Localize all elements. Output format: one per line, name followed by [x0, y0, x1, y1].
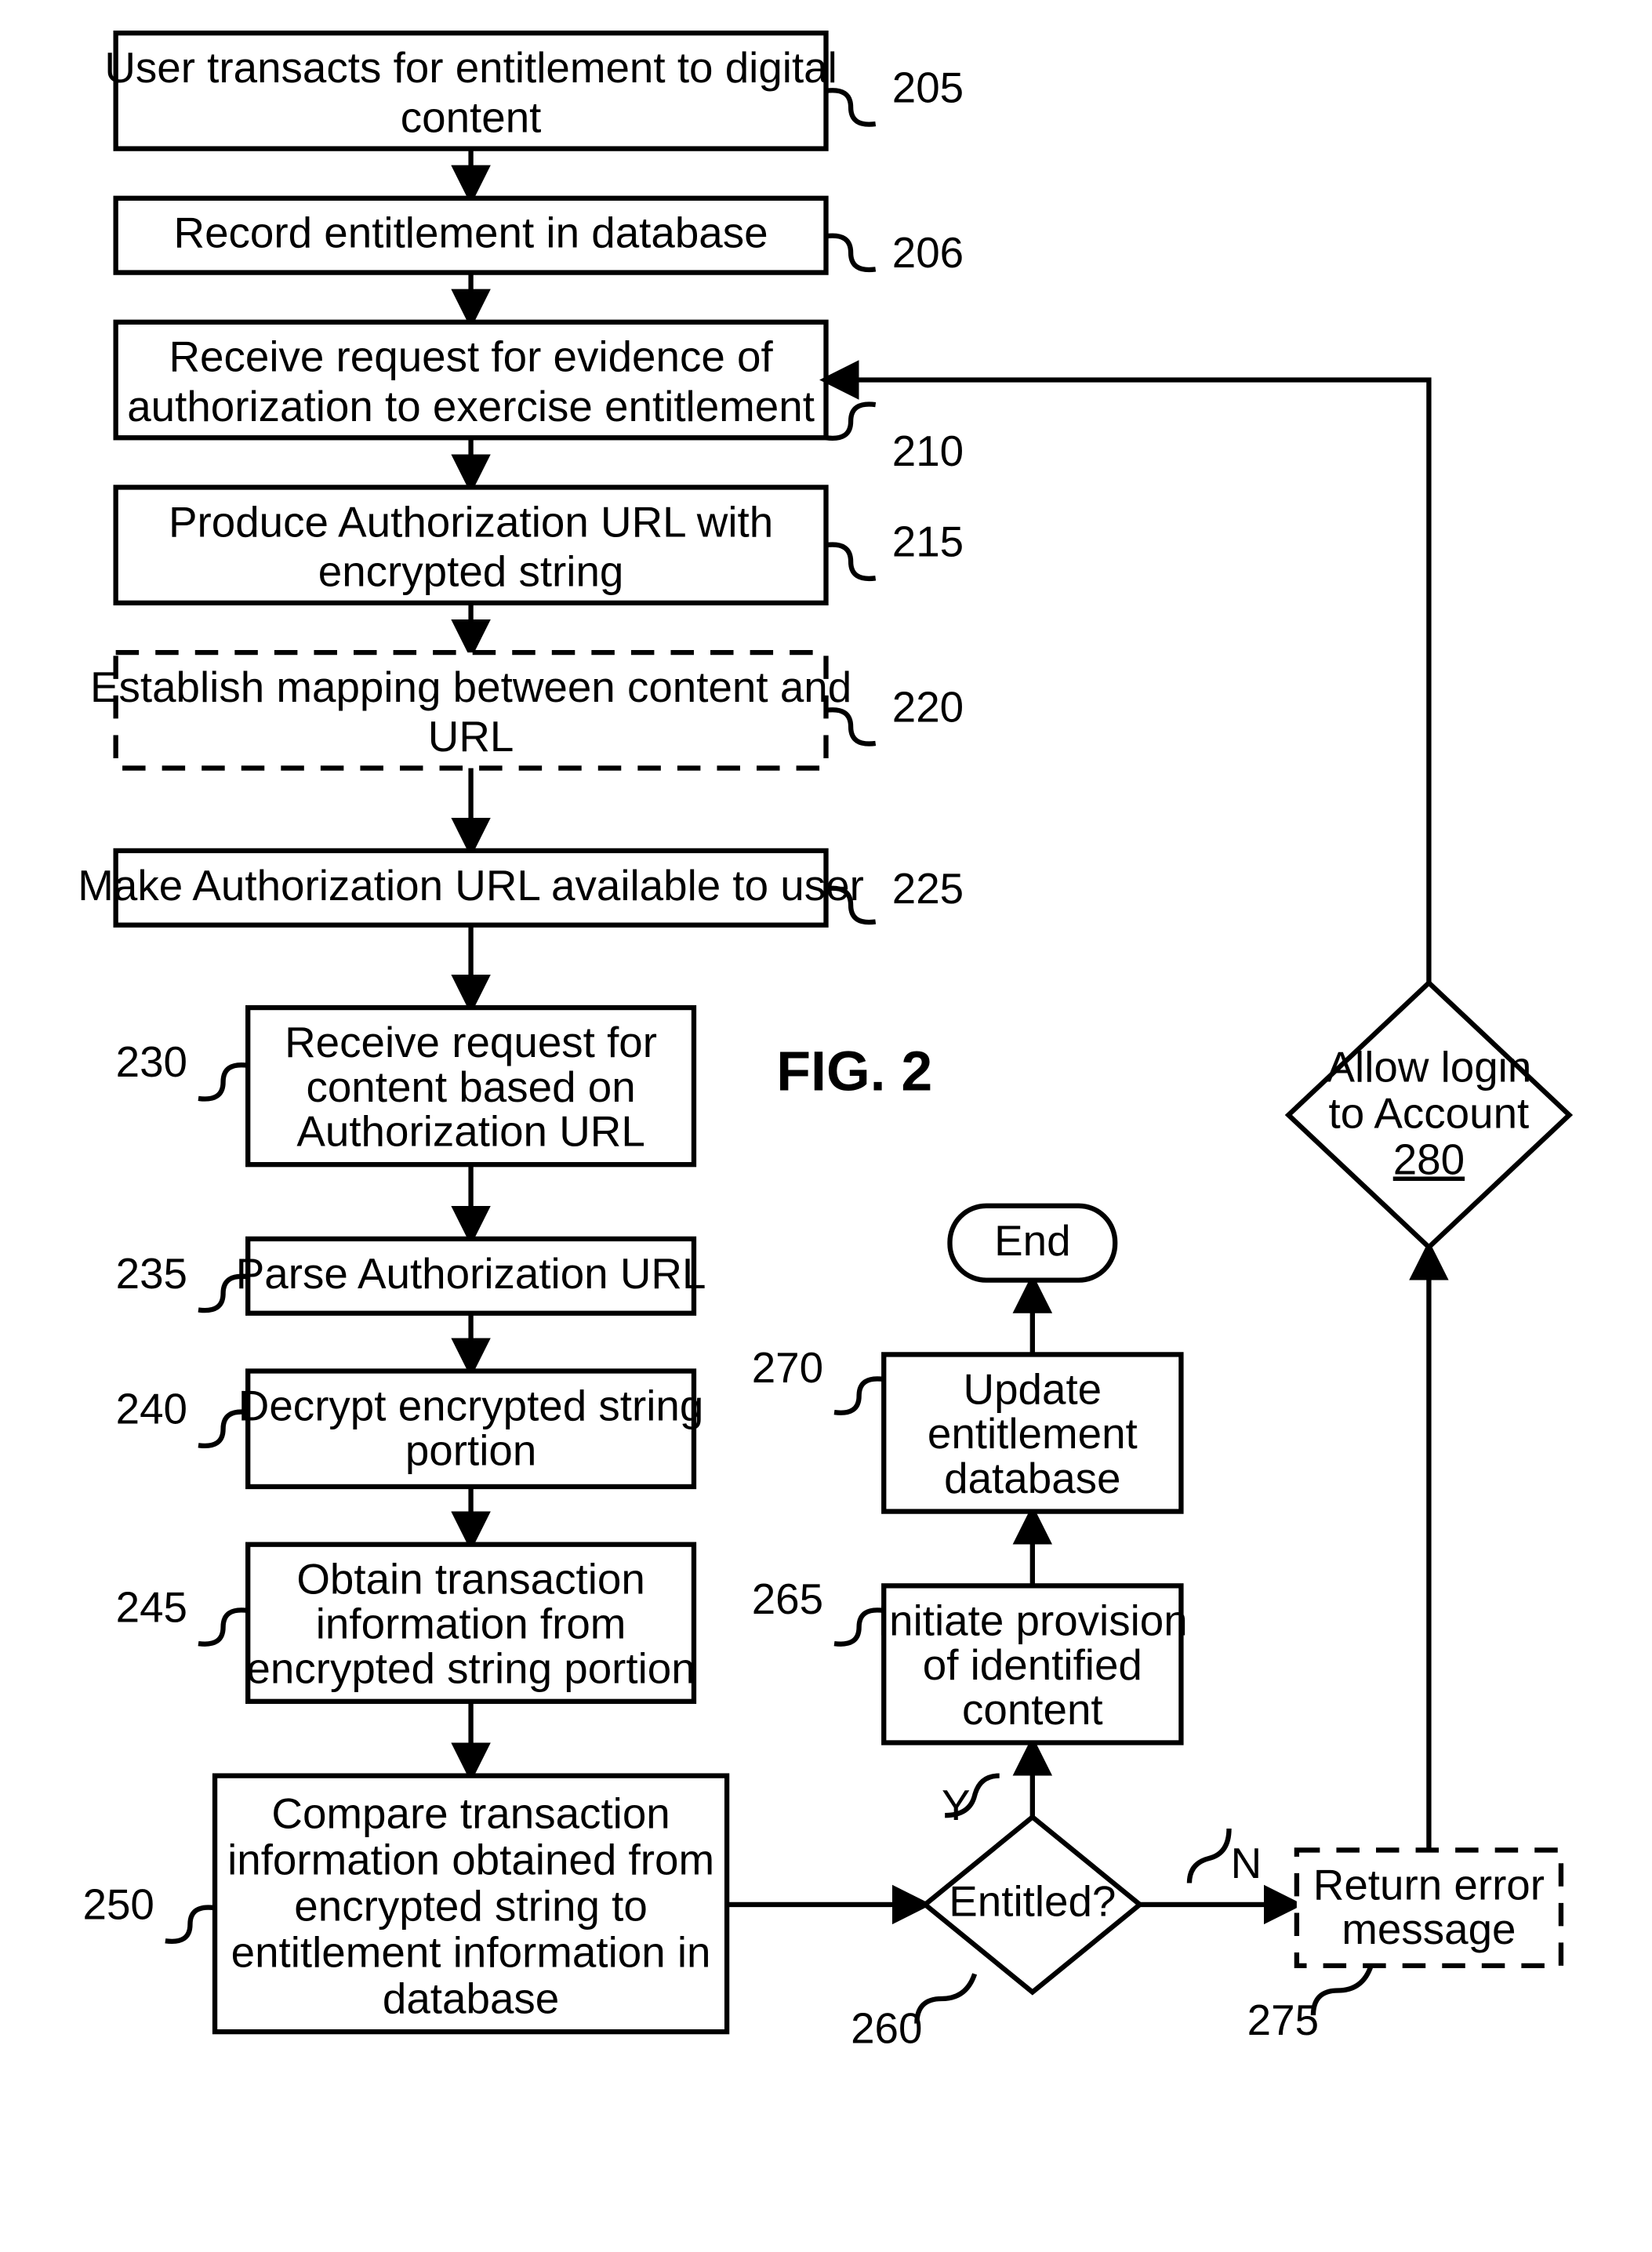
step-215: Produce Authorization URL with encrypted…	[116, 487, 964, 602]
step-210-l1: Receive request for evidence of	[169, 332, 773, 381]
step-265: Initiate provision of identified content…	[752, 1575, 1188, 1743]
end-label: End	[994, 1216, 1070, 1265]
step-250-l4: entitlement information in	[231, 1928, 711, 1977]
step-245-l3: encrypted string portion	[246, 1644, 695, 1692]
step-220-l2: URL	[428, 712, 514, 761]
decision-280: Allow login to Account 280	[1288, 983, 1569, 1247]
decision-no: N	[1231, 1839, 1262, 1887]
step-280-l2: to Account	[1329, 1089, 1530, 1138]
step-220-l1: Establish mapping between content and	[90, 663, 851, 711]
figure-label: FIG. 2	[776, 1040, 932, 1102]
step-230: Receive request for content based on Aut…	[116, 1008, 694, 1164]
step-250-l1: Compare transaction	[271, 1789, 670, 1838]
step-205-l1: User transacts for entitlement to digita…	[104, 43, 837, 92]
ref-240: 240	[116, 1385, 187, 1433]
step-206: Record entitlement in database 206	[116, 198, 964, 277]
ref-230: 230	[116, 1037, 187, 1086]
step-240-l1: Decrypt encrypted string	[238, 1381, 704, 1429]
step-220: Establish mapping between content and UR…	[90, 652, 964, 768]
ref-260: 260	[851, 2004, 922, 2053]
step-245: Obtain transaction information from encr…	[116, 1545, 695, 1702]
ref-245: 245	[116, 1582, 187, 1631]
flowchart: User transacts for entitlement to digita…	[0, 0, 1652, 2247]
decision-yes: Y	[942, 1781, 971, 1829]
step-280-l1: Allow login	[1327, 1043, 1532, 1091]
ref-215: 215	[892, 518, 964, 566]
decision-260: Entitled? 260	[851, 1817, 1140, 2052]
ref-250: 250	[83, 1880, 154, 1929]
ref-235: 235	[116, 1249, 187, 1298]
step-215-l1: Produce Authorization URL with	[169, 497, 773, 546]
step-230-l3: Authorization URL	[296, 1107, 644, 1156]
step-235: Parse Authorization URL 235	[116, 1239, 706, 1313]
step-240-l2: portion	[405, 1426, 536, 1474]
step-250-l5: database	[383, 1974, 559, 2023]
ref-275: 275	[1247, 1996, 1319, 2044]
step-245-l1: Obtain transaction	[296, 1555, 644, 1604]
ref-270: 270	[752, 1343, 823, 1392]
ref-265: 265	[752, 1575, 823, 1623]
terminator-end: End	[949, 1206, 1115, 1280]
step-210-l2: authorization to exercise entitlement	[127, 382, 815, 430]
step-265-l1: Initiate provision	[877, 1596, 1188, 1644]
step-225: Make Authorization URL available to user…	[78, 851, 964, 925]
step-250: Compare transaction information obtained…	[83, 1776, 728, 2032]
ref-225: 225	[892, 864, 964, 913]
step-230-l1: Receive request for	[285, 1018, 657, 1066]
step-240: Decrypt encrypted string portion 240	[116, 1371, 704, 1486]
step-270-l2: entitlement	[928, 1409, 1138, 1458]
step-275-l2: message	[1342, 1905, 1516, 1953]
ref-205: 205	[892, 63, 964, 111]
step-275: Return error message 275	[1247, 1850, 1561, 2044]
step-270-l1: Update	[964, 1364, 1102, 1413]
step-265-l3: content	[962, 1685, 1103, 1734]
step-270-l3: database	[944, 1454, 1120, 1502]
ref-280: 280	[1393, 1135, 1465, 1184]
step-206-l1: Record entitlement in database	[174, 209, 768, 257]
step-225-l1: Make Authorization URL available to user	[78, 861, 864, 910]
ref-206: 206	[892, 228, 964, 277]
ref-220: 220	[892, 682, 964, 731]
step-235-l1: Parse Authorization URL	[236, 1249, 706, 1298]
step-275-l1: Return error	[1313, 1860, 1545, 1909]
step-205-l2: content	[401, 93, 542, 141]
step-205: User transacts for entitlement to digita…	[104, 33, 964, 148]
step-230-l2: content based on	[306, 1062, 635, 1111]
step-210: Receive request for evidence of authoriz…	[116, 322, 964, 475]
step-260-l1: Entitled?	[949, 1876, 1116, 1925]
step-250-l3: encrypted string to	[294, 1882, 648, 1931]
step-270: Update entitlement database 270	[752, 1343, 1182, 1512]
step-250-l2: information obtained from	[227, 1836, 714, 1884]
step-215-l2: encrypted string	[318, 547, 624, 596]
ref-210: 210	[892, 427, 964, 475]
step-245-l2: information from	[316, 1599, 626, 1647]
step-265-l2: of identified	[923, 1640, 1142, 1689]
